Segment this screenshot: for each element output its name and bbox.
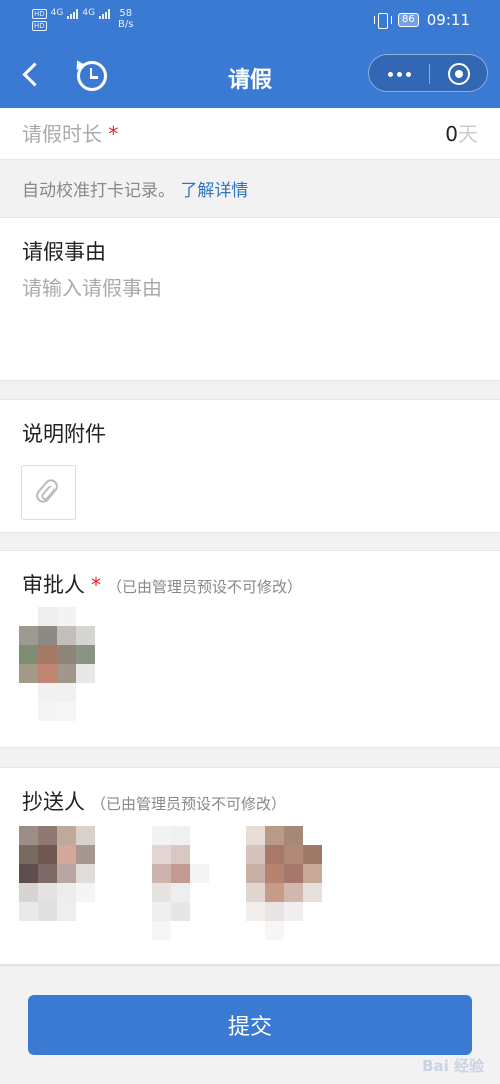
cc-section: 抄送人 （已由管理员预设不可修改）: [0, 767, 500, 965]
approver-label: 审批人: [22, 573, 85, 597]
learn-more-link[interactable]: 了解详情: [180, 181, 248, 201]
reason-label: 请假事由: [22, 240, 106, 264]
required-mark: *: [108, 122, 119, 146]
hd-badge-2: HD: [32, 21, 47, 31]
footer-bar: 提交 Bai 经验: [0, 965, 500, 1084]
paperclip-icon: [33, 476, 61, 506]
speed-value: 58: [119, 8, 133, 19]
attachment-label: 说明附件: [22, 422, 106, 446]
cc-avatar: [133, 826, 209, 940]
network-indicator: HD 4G 4G HD: [32, 8, 111, 31]
history-icon[interactable]: [72, 58, 107, 91]
page-title: 请假: [227, 68, 272, 93]
reason-input[interactable]: [22, 272, 478, 372]
app-header: HD 4G 4G HD 58 B/s 86 09:11 请假: [0, 0, 500, 108]
note-text: 自动校准打卡记录。 了解详情: [22, 176, 248, 201]
attachment-section: 说明附件: [0, 399, 500, 533]
signal-icon: [67, 8, 79, 19]
duration-label-text: 请假时长: [22, 122, 102, 146]
approver-section: 审批人 * （已由管理员预设不可修改）: [0, 550, 500, 748]
approver-title: 审批人 * （已由管理员预设不可修改）: [22, 569, 302, 599]
signal-icon-2: [99, 8, 111, 19]
battery-icon: 86: [398, 13, 419, 27]
status-right: 86 09:11: [374, 11, 470, 29]
hd-badge: HD: [32, 8, 47, 19]
duration-value: 0天: [445, 118, 478, 147]
cc-avatar: [19, 826, 95, 940]
navigation-bar: 请假: [0, 48, 500, 108]
status-bar: HD 4G 4G HD 58 B/s 86 09:11: [0, 0, 500, 40]
leave-reason-section: 请假事由: [0, 217, 500, 381]
target-close-icon[interactable]: [429, 55, 489, 93]
network-speed: 58 B/s: [118, 8, 133, 30]
leave-duration-row[interactable]: 请假时长 * 0天: [0, 108, 500, 160]
note-text-content: 自动校准打卡记录。: [22, 181, 175, 201]
approver-avatar: [19, 607, 95, 721]
cc-hint: （已由管理员预设不可修改）: [91, 795, 287, 813]
speed-unit: B/s: [118, 19, 134, 30]
clock: 09:11: [426, 11, 470, 29]
required-mark-approver: *: [91, 573, 101, 597]
cc-title: 抄送人 （已由管理员预设不可修改）: [22, 786, 286, 816]
miniapp-capsule: [368, 54, 488, 92]
back-arrow-icon[interactable]: [18, 60, 42, 90]
network-type-2: 4G: [82, 8, 96, 18]
submit-button[interactable]: 提交: [28, 995, 472, 1055]
auto-calibrate-note: 自动校准打卡记录。 了解详情: [0, 160, 500, 217]
add-attachment-button[interactable]: [21, 465, 76, 520]
cc-label: 抄送人: [22, 790, 85, 814]
approver-hint: （已由管理员预设不可修改）: [107, 578, 303, 596]
duration-number: 0: [445, 122, 458, 146]
watermark-logo: Bai 经验: [422, 1057, 484, 1075]
cc-avatar: [246, 826, 322, 940]
duration-unit: 天: [458, 122, 478, 146]
vibrate-icon: [374, 12, 393, 29]
network-type: 4G: [50, 8, 64, 18]
more-dots-icon[interactable]: [369, 55, 429, 93]
leave-request-page: HD 4G 4G HD 58 B/s 86 09:11 请假 请假时长 * 0天…: [0, 0, 500, 1084]
duration-label: 请假时长 *: [22, 118, 118, 147]
